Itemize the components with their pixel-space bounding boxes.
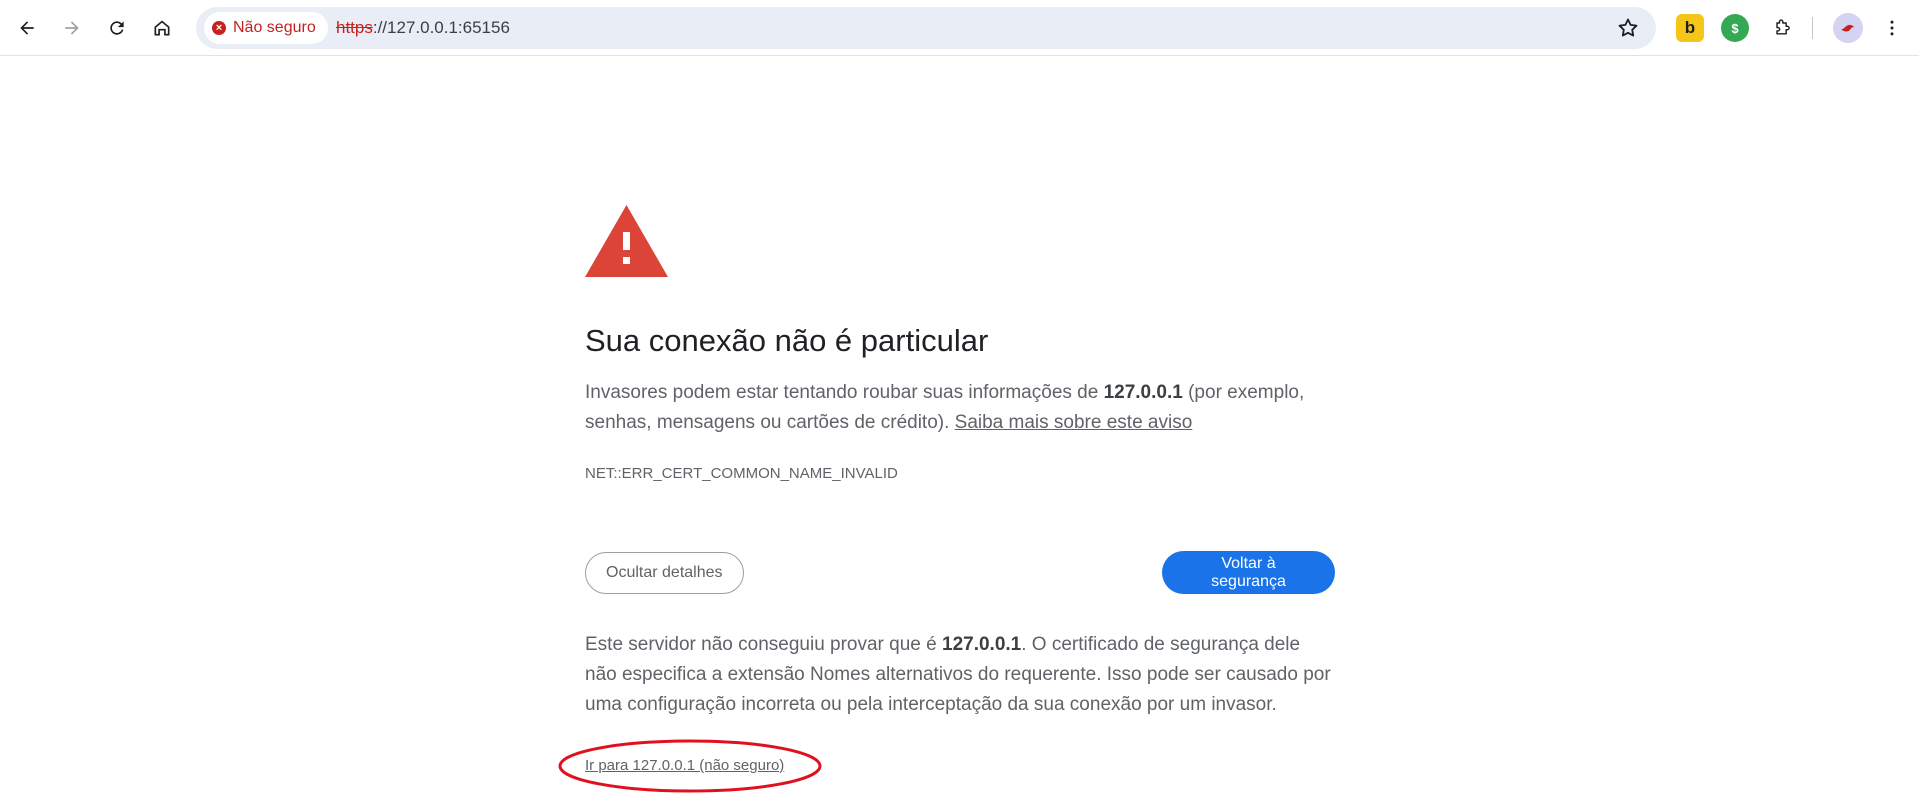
- proceed-unsafe-link[interactable]: Ir para 127.0.0.1 (não seguro): [585, 757, 784, 774]
- details-text: Este servidor não conseguiu provar que é: [585, 634, 942, 655]
- error-code: NET::ERR_CERT_COMMON_NAME_INVALID: [585, 465, 898, 482]
- forward-icon: [65, 21, 79, 35]
- more-menu-icon: [1890, 20, 1894, 36]
- page-title: Sua conexão não é particular: [585, 323, 989, 358]
- security-chip-label: Não seguro: [233, 19, 316, 36]
- more-menu-button[interactable]: [1874, 10, 1910, 46]
- warning-triangle-icon: [585, 205, 668, 277]
- learn-more-link[interactable]: Saiba mais sobre este aviso: [955, 412, 1193, 433]
- intro-paragraph: Invasores podem estar tentando roubar su…: [585, 378, 1335, 438]
- back-to-safety-button[interactable]: Voltar à segurança: [1162, 551, 1335, 594]
- forward-button[interactable]: [54, 10, 90, 46]
- url-host: ://127.0.0.1:65156: [372, 18, 510, 37]
- details-host: 127.0.0.1: [942, 634, 1022, 655]
- bookmark-star-icon[interactable]: [1616, 16, 1640, 40]
- intro-host: 127.0.0.1: [1103, 382, 1183, 403]
- not-secure-icon: ×: [212, 21, 226, 35]
- details-paragraph: Este servidor não conseguiu provar que é…: [585, 630, 1335, 720]
- url-text[interactable]: https://127.0.0.1:65156: [336, 7, 510, 49]
- hide-details-button[interactable]: Ocultar detalhes: [585, 552, 744, 594]
- profile-avatar[interactable]: [1833, 13, 1863, 43]
- home-button[interactable]: [144, 10, 180, 46]
- home-icon: [154, 20, 170, 36]
- b-extension-icon[interactable]: b: [1676, 14, 1704, 42]
- toolbar-divider: [1812, 17, 1813, 39]
- browser-toolbar: × Não seguro https://127.0.0.1:65156 b $: [0, 0, 1919, 56]
- address-bar[interactable]: × Não seguro https://127.0.0.1:65156: [196, 7, 1656, 49]
- back-button[interactable]: [9, 10, 45, 46]
- back-icon: [20, 21, 34, 35]
- url-scheme: https: [336, 18, 373, 37]
- extensions-icon: [1776, 19, 1790, 35]
- reload-button[interactable]: [99, 10, 135, 46]
- security-chip[interactable]: × Não seguro: [204, 12, 328, 44]
- extensions-button[interactable]: [1764, 10, 1800, 46]
- reload-icon: [110, 21, 124, 35]
- green-extension-icon[interactable]: $: [1721, 14, 1749, 42]
- intro-text: Invasores podem estar tentando roubar su…: [585, 382, 1104, 403]
- bird-icon: [1841, 24, 1854, 32]
